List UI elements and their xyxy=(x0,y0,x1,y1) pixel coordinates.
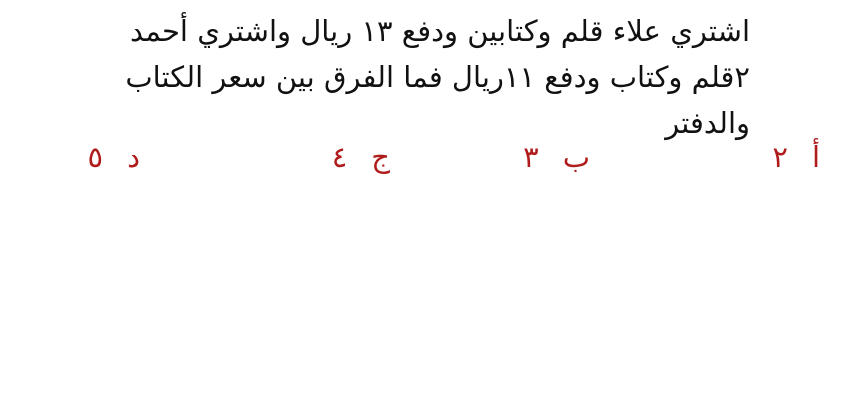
option-value: ٣ xyxy=(523,140,539,174)
option-letter: ب xyxy=(562,140,590,174)
answer-options: أ ٢ ب ٣ ج ٤ د ٥ xyxy=(60,140,821,188)
question-line: اشتري علاء قلم وكتابين ودفع ١٣ ريال واشت… xyxy=(130,14,750,48)
option-a[interactable]: أ ٢ xyxy=(772,140,820,174)
option-value: ٥ xyxy=(87,140,104,174)
option-value: ٤ xyxy=(331,140,348,174)
option-letter: ج xyxy=(371,140,390,174)
option-b[interactable]: ب ٣ xyxy=(523,140,590,174)
option-letter: أ xyxy=(811,140,820,174)
option-letter: د xyxy=(127,140,140,174)
question-line: ٢قلم وكتاب ودفع ١١ريال فما الفرق بين سعر… xyxy=(125,60,750,94)
option-value: ٢ xyxy=(772,140,788,174)
question-text: اشتري علاء قلم وكتابين ودفع ١٣ ريال واشت… xyxy=(110,8,750,146)
option-c[interactable]: ج ٤ xyxy=(332,140,390,174)
option-d[interactable]: د ٥ xyxy=(88,140,141,174)
